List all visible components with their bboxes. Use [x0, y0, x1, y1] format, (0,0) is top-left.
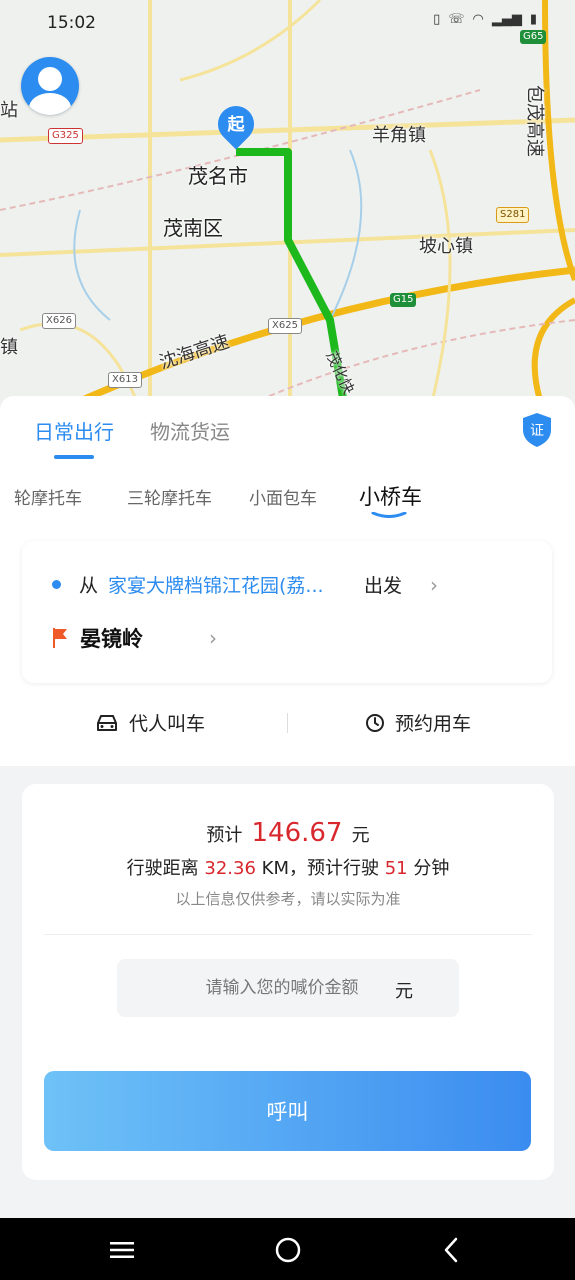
- map-label-yangjiao: 羊角镇: [372, 125, 426, 146]
- wifi-icon: ◠: [472, 12, 484, 27]
- road-badge-s281: S281: [496, 207, 530, 223]
- distance-row: 行驶距离 32.36 KM，预计行驶 51 分钟: [22, 854, 554, 880]
- vehicle-type-selector: 轮摩托车 三轮摩托车 小面包车 小桥车: [0, 481, 575, 518]
- origin-dot-icon: [52, 580, 61, 589]
- signal-icon: ▂▄▆: [491, 12, 522, 27]
- map-view[interactable]: 站 茂名市 茂南区 羊角镇 坡心镇 沈海高速 包茂高速 茂化快 镇 G325 G…: [0, 0, 575, 410]
- road-badge-g15: G15: [390, 293, 417, 307]
- system-nav-bar: [0, 1218, 575, 1280]
- estimate-amount: 146.67: [251, 818, 343, 848]
- reserve-button[interactable]: 预约用车: [365, 709, 471, 736]
- status-bar: 15:02 ▯ ☏ ◠ ▂▄▆ ▮: [0, 0, 575, 46]
- price-divider: [44, 934, 532, 935]
- road-badge-x613: X613: [108, 372, 142, 388]
- home-icon[interactable]: [274, 1236, 302, 1264]
- status-icons: ▯ ☏ ◠ ▂▄▆ ▮: [433, 12, 537, 27]
- bid-box: 元: [117, 959, 459, 1017]
- ride-actions: 代人叫车 预约用车: [0, 701, 575, 745]
- vehicle-type-underline-icon: [371, 512, 407, 518]
- bid-amount-input[interactable]: [117, 959, 407, 1017]
- distance-value: 32.36: [204, 858, 256, 879]
- distance-prefix: 行驶距离: [126, 858, 199, 879]
- map-label-zhan: 站: [0, 100, 18, 121]
- car-icon: [97, 714, 117, 731]
- call-button[interactable]: 呼叫: [44, 1071, 531, 1151]
- map-label-baomao: 包茂高速: [524, 85, 545, 157]
- certificate-shield-icon[interactable]: 证: [521, 412, 553, 448]
- proxy-call-button[interactable]: 代人叫车: [95, 709, 205, 736]
- vehicle-type-minivan[interactable]: 小面包车: [249, 484, 317, 509]
- reserve-label: 预约用车: [395, 713, 472, 735]
- map-label-poxin: 坡心镇: [419, 236, 473, 257]
- battery-icon: ▮: [529, 12, 537, 27]
- distance-unit: KM，预计行驶: [261, 858, 379, 879]
- reference-note: 以上信息仅供参考，请以实际为准: [175, 890, 401, 908]
- origin-place: 家宴大牌档锦江花园(荔...: [108, 575, 324, 597]
- status-time: 15:02: [47, 13, 96, 33]
- minutes-value: 51: [384, 858, 408, 879]
- vehicle-type-tricycle-moto[interactable]: 三轮摩托车: [127, 484, 212, 509]
- proxy-call-label: 代人叫车: [129, 713, 206, 735]
- start-pin-label: 起: [227, 115, 245, 135]
- map-background: [0, 0, 575, 410]
- vibrate-icon: ▯: [433, 12, 441, 27]
- road-badge-x626: X626: [42, 313, 76, 329]
- avatar[interactable]: [21, 57, 79, 115]
- route-card: 从 家宴大牌档锦江花园(荔... 出发 › 晏镜岭 ›: [22, 541, 552, 683]
- tab-logistics[interactable]: 物流货运: [150, 416, 230, 445]
- ride-panel: 日常出行 物流货运 证 轮摩托车 三轮摩托车 小面包车 小桥车 从 家宴大牌档锦…: [0, 396, 575, 766]
- map-label-maoming: 茂名市: [188, 164, 248, 188]
- destination-row[interactable]: 晏镜岭 ›: [52, 623, 217, 653]
- estimate-row: 预计 146.67 元: [22, 818, 554, 848]
- map-label-zhen: 镇: [0, 337, 18, 358]
- vehicle-type-sedan[interactable]: 小桥车: [359, 481, 422, 511]
- call-icon: ☏: [448, 12, 465, 27]
- road-badge-g325: G325: [48, 128, 83, 144]
- avatar-head-icon: [38, 67, 62, 91]
- minutes-unit: 分钟: [413, 858, 450, 879]
- bid-unit: 元: [395, 981, 413, 1002]
- destination-flag-icon: [53, 628, 67, 648]
- avatar-body-icon: [29, 93, 71, 115]
- estimate-unit: 元: [351, 825, 370, 846]
- service-tabs: 日常出行 物流货运: [34, 416, 230, 459]
- road-badge-x625: X625: [268, 318, 302, 334]
- back-icon[interactable]: [438, 1236, 466, 1264]
- map-label-maonan: 茂南区: [163, 216, 223, 240]
- origin-prefix: 从: [79, 575, 99, 597]
- chevron-right-icon: ›: [209, 626, 217, 650]
- origin-row[interactable]: 从 家宴大牌档锦江花园(荔... 出发 ›: [52, 571, 438, 598]
- origin-suffix: 出发: [364, 575, 403, 597]
- tab-daily-travel[interactable]: 日常出行: [34, 416, 114, 459]
- clock-icon: [366, 713, 384, 732]
- estimate-label: 预计: [206, 825, 243, 846]
- destination-place: 晏镜岭: [80, 627, 143, 651]
- certificate-label: 证: [530, 423, 544, 439]
- chevron-right-icon: ›: [430, 572, 439, 597]
- menu-icon[interactable]: [108, 1236, 136, 1264]
- price-card: 预计 146.67 元 行驶距离 32.36 KM，预计行驶 51 分钟 以上信…: [22, 784, 554, 1180]
- vehicle-type-tricycle-moto-partial[interactable]: 轮摩托车: [14, 484, 82, 509]
- actions-divider: [287, 713, 288, 733]
